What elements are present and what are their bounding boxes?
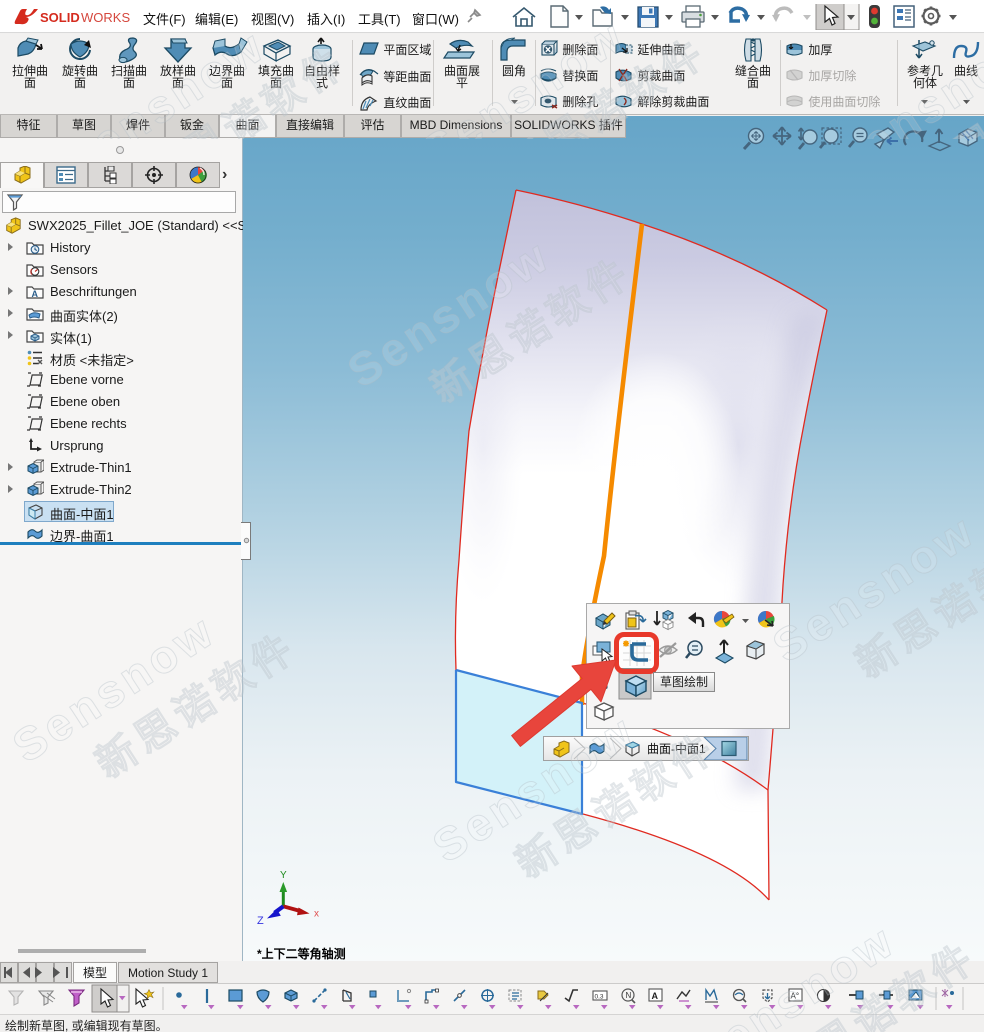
svg-text:Z: Z — [257, 915, 264, 927]
svg-text:A: A — [652, 991, 659, 1001]
svg-text:A: A — [32, 289, 39, 299]
svg-text:x: x — [314, 909, 319, 920]
svg-text:曲面-中面1: 曲面-中面1 — [647, 741, 706, 756]
svg-text:N: N — [626, 991, 632, 1000]
svg-text:Y: Y — [280, 870, 287, 881]
svg-text:A°: A° — [791, 992, 800, 1001]
svg-text:0.3: 0.3 — [595, 994, 604, 1001]
